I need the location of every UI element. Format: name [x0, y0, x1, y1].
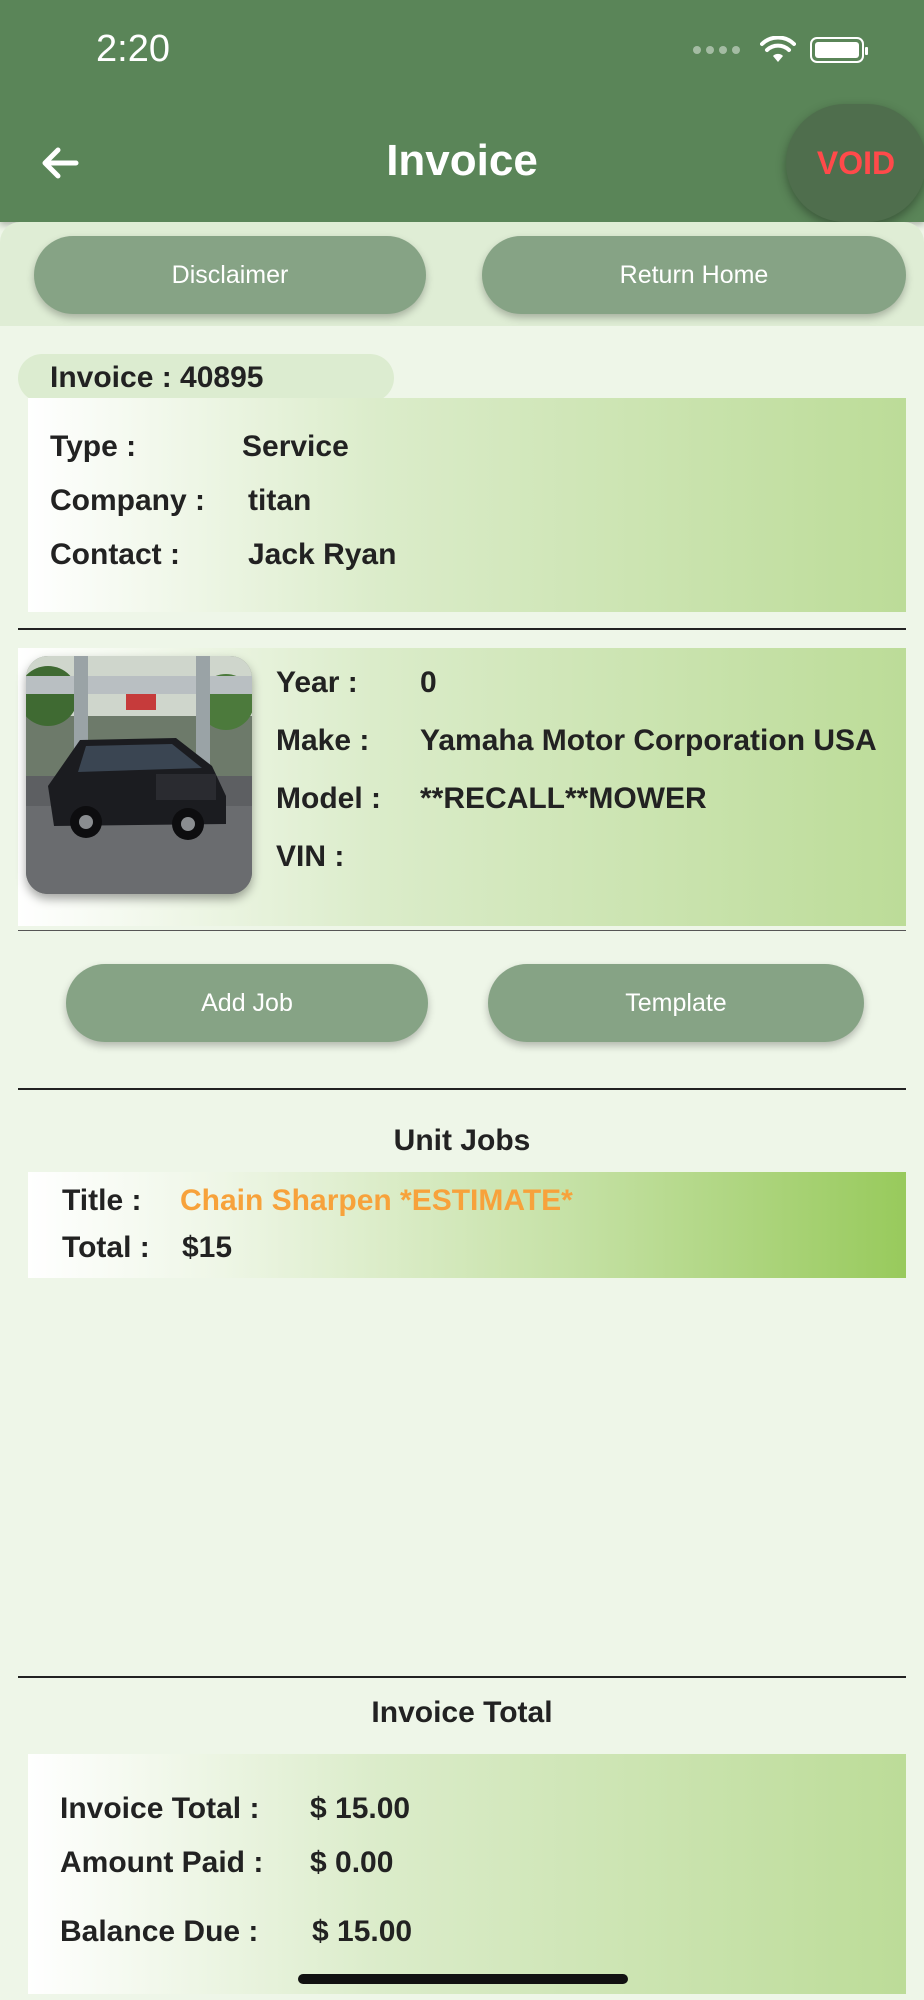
divider	[18, 1676, 906, 1678]
type-label: Type :	[50, 430, 137, 463]
status-icons	[693, 36, 868, 64]
divider	[18, 1088, 906, 1090]
company-value: titan	[248, 484, 312, 517]
amount-paid-value: $ 0.00	[310, 1846, 394, 1879]
balance-due-label: Balance Due :	[60, 1915, 259, 1948]
type-value: Service	[242, 430, 349, 463]
model-value: **RECALL**MOWER	[420, 782, 707, 815]
company-label: Company :	[50, 484, 206, 517]
wifi-icon	[760, 36, 796, 62]
divider	[18, 930, 906, 931]
vehicle-photo[interactable]	[26, 656, 252, 894]
return-home-button[interactable]: Return Home	[482, 236, 906, 314]
invoice-totals-card: Invoice Total : $ 15.00 Amount Paid : $ …	[28, 1754, 906, 1994]
signal-icon	[693, 46, 740, 54]
job-row[interactable]: Title : Chain Sharpen *ESTIMATE* Total :…	[28, 1172, 906, 1278]
template-button[interactable]: Template	[488, 964, 864, 1042]
status-time: 2:20	[96, 28, 170, 70]
invoice-number: Invoice : 40895	[18, 354, 394, 402]
contact-label: Contact :	[50, 538, 180, 571]
void-button[interactable]: VOID	[786, 104, 924, 222]
job-total: $15	[182, 1231, 233, 1264]
home-indicator[interactable]	[298, 1974, 628, 1984]
year-label: Year :	[276, 666, 358, 699]
divider	[18, 628, 906, 630]
unit-jobs-heading: Unit Jobs	[393, 1124, 531, 1157]
balance-due-value: $ 15.00	[312, 1915, 413, 1948]
top-actions-bar: Disclaimer Return Home	[0, 222, 924, 326]
job-total-label: Total :	[62, 1231, 150, 1264]
vin-label: VIN :	[276, 840, 345, 873]
year-value: 0	[420, 666, 437, 699]
job-title-label: Title :	[62, 1184, 142, 1217]
invoice-total-value: $ 15.00	[310, 1792, 411, 1825]
contact-value: Jack Ryan	[248, 538, 397, 571]
app-bar: 2:20 Invoice VOID	[0, 0, 924, 222]
invoice-total-label: Invoice Total :	[60, 1792, 260, 1825]
invoice-info-card: Type : Service Company : titan Contact :…	[28, 398, 906, 612]
amount-paid-label: Amount Paid :	[60, 1846, 264, 1879]
model-label: Model :	[276, 782, 381, 815]
invoice-total-heading: Invoice Total	[371, 1696, 553, 1729]
make-label: Make :	[276, 724, 370, 757]
vehicle-photo-image	[26, 656, 252, 894]
job-title: Chain Sharpen *ESTIMATE*	[180, 1184, 573, 1217]
disclaimer-button[interactable]: Disclaimer	[34, 236, 426, 314]
battery-icon	[810, 37, 868, 63]
add-job-button[interactable]: Add Job	[66, 964, 428, 1042]
make-value: Yamaha Motor Corporation USA	[420, 724, 877, 757]
